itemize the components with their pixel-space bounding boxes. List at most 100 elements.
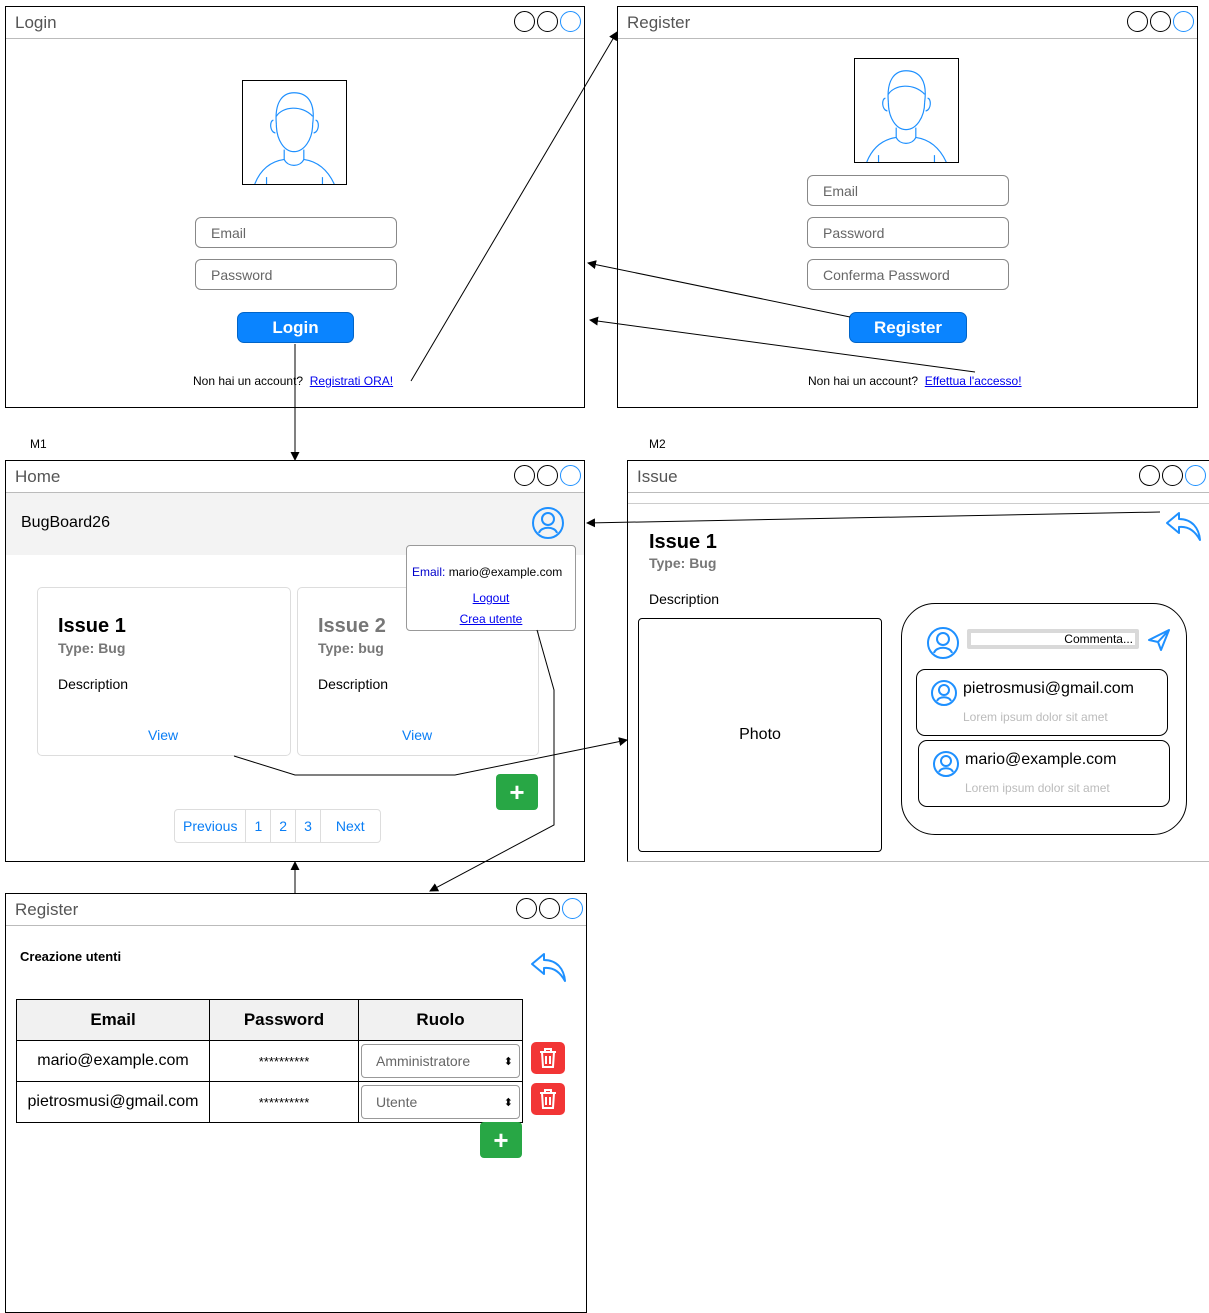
trash-icon: [540, 1048, 556, 1068]
login-button[interactable]: Login: [237, 312, 354, 343]
issue-window: Issue Issue 1 Type: Bug Description Phot…: [627, 460, 1209, 862]
create-user-link[interactable]: Crea utente: [407, 612, 575, 626]
column-header: Password: [209, 999, 359, 1041]
label-m2: M2: [649, 437, 666, 451]
window-controls: [514, 465, 581, 486]
card-type: Type: bug: [318, 640, 384, 656]
email-field[interactable]: Email: [807, 175, 1009, 206]
delete-user-button[interactable]: [531, 1083, 565, 1115]
user-creation-window: Register Creazione utenti Email Password…: [5, 893, 587, 1313]
view-link[interactable]: View: [402, 727, 432, 743]
user-password: **********: [209, 1040, 359, 1082]
table-header-row: Email Password Ruolo: [16, 999, 523, 1041]
issue-titlebar: Issue: [628, 461, 1209, 493]
close-button[interactable]: [560, 465, 581, 486]
minimize-button[interactable]: [1127, 11, 1148, 32]
photo-placeholder: Photo: [638, 618, 882, 852]
view-link[interactable]: View: [148, 727, 178, 743]
role-select[interactable]: Utente ⬍: [361, 1085, 520, 1119]
next-button[interactable]: Next: [321, 810, 380, 842]
login-link[interactable]: Effettua l'accesso!: [925, 374, 1022, 388]
column-header: Ruolo: [358, 999, 523, 1041]
column-header: Email: [16, 999, 210, 1041]
window-title: Home: [15, 467, 61, 486]
comment-text: Lorem ipsum dolor sit amet: [963, 710, 1108, 724]
user-avatar-icon: [254, 92, 335, 184]
confirm-password-field[interactable]: Conferma Password: [807, 259, 1009, 290]
issue-type: Type: Bug: [649, 555, 717, 571]
table-row: pietrosmusi@gmail.com ********** Utente …: [16, 1081, 523, 1123]
user-popup: Email: mario@example.com Logout Crea ute…: [406, 545, 576, 631]
photo-label: Photo: [739, 726, 781, 743]
home-titlebar: Home: [6, 461, 584, 493]
send-icon[interactable]: [1146, 627, 1172, 653]
maximize-button[interactable]: [1162, 465, 1183, 486]
window-controls: [1139, 465, 1206, 486]
close-button[interactable]: [562, 898, 583, 919]
email-field[interactable]: Email: [195, 217, 397, 248]
previous-button[interactable]: Previous: [175, 810, 247, 842]
add-issue-button[interactable]: +: [496, 774, 538, 810]
page-2-button[interactable]: 2: [271, 810, 297, 842]
minimize-button[interactable]: [1139, 465, 1160, 486]
role-cell: Amministratore ⬍: [358, 1040, 523, 1082]
issue-card[interactable]: Issue 1 Type: Bug Description View: [37, 587, 291, 756]
maximize-button[interactable]: [537, 11, 558, 32]
close-button[interactable]: [1173, 11, 1194, 32]
maximize-button[interactable]: [1150, 11, 1171, 32]
table-row: mario@example.com ********** Amministrat…: [16, 1040, 523, 1082]
login-prompt: Non hai un account? Effettua l'accesso!: [808, 374, 1022, 388]
card-description: Description: [318, 676, 389, 692]
comment-item: pietrosmusi@gmail.com Lorem ipsum dolor …: [916, 669, 1168, 736]
minimize-button[interactable]: [514, 11, 535, 32]
card-description: Description: [58, 676, 129, 692]
comment-author: mario@example.com: [965, 751, 1117, 768]
role-select[interactable]: Amministratore ⬍: [361, 1044, 520, 1078]
issue-subbar: [628, 493, 1209, 504]
card-title: Issue 1: [58, 615, 126, 637]
comment-text: Lorem ipsum dolor sit amet: [965, 781, 1110, 795]
role-value: Utente: [376, 1094, 418, 1110]
back-arrow-icon[interactable]: [1164, 509, 1204, 543]
maximize-button[interactable]: [537, 465, 558, 486]
register-window: Register Email Password Conferma Passwor…: [617, 6, 1198, 408]
close-button[interactable]: [1185, 465, 1206, 486]
prompt-text: Non hai un account?: [808, 374, 919, 388]
maximize-button[interactable]: [539, 898, 560, 919]
password-field[interactable]: Password: [195, 259, 397, 290]
avatar-placeholder: [854, 58, 959, 163]
current-user-icon: [927, 627, 959, 659]
password-field[interactable]: Password: [807, 217, 1009, 248]
comment-input[interactable]: Commenta...: [967, 629, 1139, 649]
issue-description: Description: [649, 591, 720, 607]
page-3-button[interactable]: 3: [296, 810, 321, 842]
user-email: pietrosmusi@gmail.com: [16, 1081, 210, 1123]
page-1-button[interactable]: 1: [246, 810, 272, 842]
pagination: Previous 1 2 3 Next: [174, 809, 381, 843]
delete-user-button[interactable]: [531, 1042, 565, 1074]
register-button[interactable]: Register: [849, 312, 967, 343]
window-controls: [514, 11, 581, 32]
window-title: Issue: [637, 467, 678, 486]
window-title: Login: [15, 13, 57, 32]
register-titlebar: Register: [618, 7, 1197, 39]
trash-icon: [540, 1089, 556, 1109]
minimize-button[interactable]: [514, 465, 535, 486]
register-prompt: Non hai un account? Registrati ORA!: [193, 374, 393, 388]
close-button[interactable]: [560, 11, 581, 32]
user-avatar-icon: [866, 70, 947, 162]
comments-panel: Commenta... pietrosmusi@gmail.com Lorem …: [901, 603, 1187, 835]
comment-item: mario@example.com Lorem ipsum dolor sit …: [918, 740, 1170, 807]
window-title: Register: [627, 13, 691, 32]
minimize-button[interactable]: [516, 898, 537, 919]
user-password: **********: [209, 1081, 359, 1123]
register-link[interactable]: Registrati ORA!: [310, 374, 393, 388]
email-label: Email:: [412, 565, 446, 579]
login-titlebar: Login: [6, 7, 584, 39]
window-controls: [516, 898, 583, 919]
logout-link[interactable]: Logout: [407, 591, 575, 605]
label-m1: M1: [30, 437, 47, 451]
add-user-button[interactable]: +: [480, 1122, 522, 1158]
user-profile-icon[interactable]: [531, 506, 565, 540]
back-arrow-icon[interactable]: [529, 950, 569, 984]
